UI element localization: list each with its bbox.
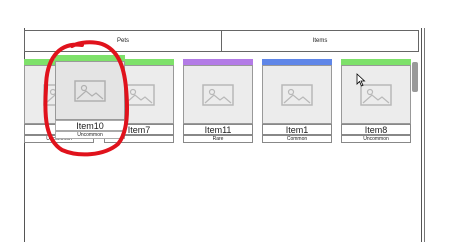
mouse-pointer-icon [356, 73, 366, 87]
annotation-circle [43, 40, 129, 157]
